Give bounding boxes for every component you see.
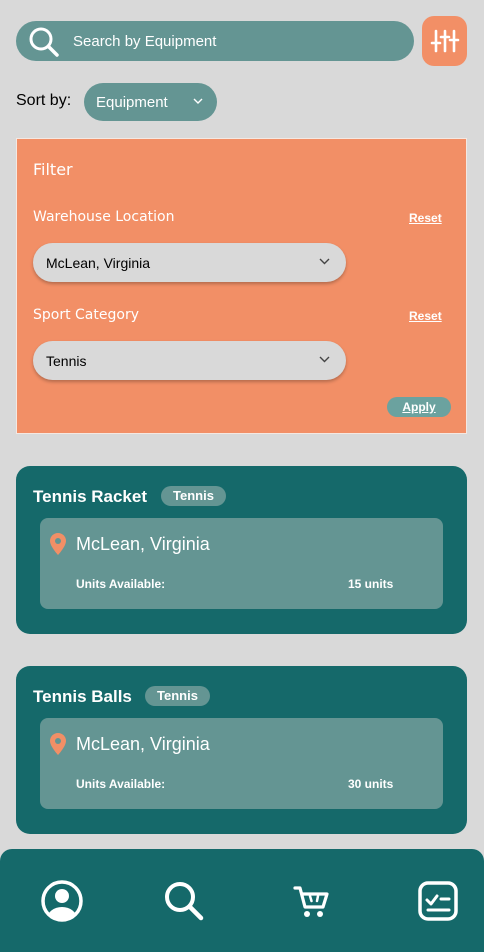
filter-title: Filter <box>33 160 73 179</box>
chevron-down-icon <box>193 98 203 104</box>
sport-category-value: Tennis <box>46 353 87 369</box>
sport-category-label: Sport Category <box>33 307 139 323</box>
nav-orders[interactable] <box>416 879 460 923</box>
units-available-label: Units Available: <box>76 777 166 791</box>
profile-icon <box>41 880 83 922</box>
location-pin-icon <box>50 733 66 755</box>
chevron-down-icon <box>319 258 330 265</box>
location-pin-icon <box>50 533 66 555</box>
category-tag: Tennis <box>145 686 210 706</box>
sort-label: Sort by: <box>16 92 72 109</box>
units-available-value: 30 units <box>348 777 394 791</box>
equipment-name: Tennis Racket <box>33 487 148 506</box>
search-icon <box>29 27 59 57</box>
units-available-label: Units Available: <box>76 577 166 591</box>
location-box: McLean, Virginia Units Available: 30 uni… <box>40 718 443 809</box>
units-available-value: 15 units <box>348 577 394 591</box>
bottom-navigation <box>0 849 484 952</box>
category-tag: Tennis <box>161 486 226 506</box>
search-icon <box>165 882 204 921</box>
warehouse-location-label: Warehouse Location <box>33 209 175 225</box>
equipment-card[interactable]: Tennis Racket Tennis McLean, Virginia Un… <box>16 466 467 634</box>
location-box: McLean, Virginia Units Available: 15 uni… <box>40 518 443 609</box>
apply-button[interactable]: Apply <box>387 397 451 417</box>
search-input[interactable]: Search by Equipment <box>16 21 414 61</box>
sliders-icon <box>430 29 459 53</box>
nav-search[interactable] <box>162 879 206 923</box>
nav-profile[interactable] <box>40 879 84 923</box>
location-text: McLean, Virginia <box>76 534 210 554</box>
search-placeholder: Search by Equipment <box>73 33 217 50</box>
equipment-name: Tennis Balls <box>33 687 132 706</box>
sort-value: Equipment <box>96 94 168 111</box>
filter-panel: Filter Warehouse Location Reset McLean, … <box>16 138 467 434</box>
sport-reset-link[interactable]: Reset <box>409 309 442 323</box>
location-text: McLean, Virginia <box>76 734 210 754</box>
chevron-down-icon <box>319 356 330 363</box>
checklist-icon <box>418 881 458 921</box>
filter-button[interactable] <box>422 16 467 66</box>
sort-dropdown[interactable]: Equipment <box>84 83 217 121</box>
equipment-card[interactable]: Tennis Balls Tennis McLean, Virginia Uni… <box>16 666 467 834</box>
warehouse-reset-link[interactable]: Reset <box>409 211 442 225</box>
sport-category-select[interactable]: Tennis <box>33 341 346 380</box>
warehouse-location-select[interactable]: McLean, Virginia <box>33 243 346 282</box>
warehouse-location-value: McLean, Virginia <box>46 255 151 271</box>
cart-icon <box>293 886 329 917</box>
nav-cart[interactable] <box>290 879 334 923</box>
